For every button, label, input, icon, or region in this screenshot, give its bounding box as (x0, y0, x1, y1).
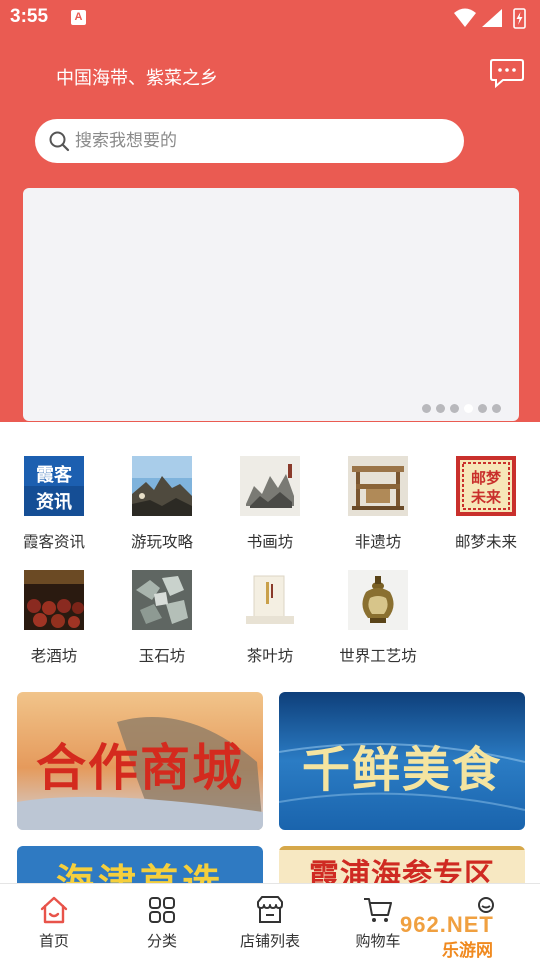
watermark-logo: 962.NET 乐游网 (400, 912, 535, 960)
painting-thumbnail (240, 456, 300, 516)
promo-title: 海津首选 (55, 860, 224, 886)
nav-store-list[interactable]: 店铺列表 (216, 884, 324, 960)
wifi-icon (454, 8, 476, 27)
carousel-dot[interactable] (492, 404, 501, 413)
promo-title: 合作商城 (36, 738, 244, 797)
search-input[interactable] (75, 119, 445, 163)
category-painting[interactable]: 书画坊 (216, 456, 324, 552)
category-travel-guide[interactable]: 游玩攻略 (108, 456, 216, 552)
svg-text:资讯: 资讯 (36, 491, 72, 513)
search-icon (49, 131, 70, 152)
carousel-dot[interactable] (478, 404, 487, 413)
category-label: 霞客资讯 (22, 533, 85, 551)
cart-icon (364, 898, 392, 922)
old-wine-thumbnail (24, 570, 84, 630)
category-jade[interactable]: 玉石坊 (108, 570, 216, 666)
category-label: 游玩攻略 (130, 533, 193, 551)
xiake-news-thumbnail: 霞客 资讯 (24, 456, 84, 516)
carousel-dots (422, 404, 501, 413)
grid-icon (149, 897, 175, 923)
category-youmeng-future[interactable]: 邮梦 未来 邮梦未来 (432, 456, 540, 552)
category-world-crafts[interactable]: 世界工艺坊 (324, 570, 432, 666)
category-label: 玉石坊 (138, 647, 186, 665)
store-icon (257, 896, 283, 923)
home-icon (40, 896, 68, 924)
category-label: 茶叶坊 (246, 647, 294, 665)
category-heritage[interactable]: 非遗坊 (324, 456, 432, 552)
svg-text:霞客: 霞客 (36, 464, 73, 486)
watermark-brand: 962.NET (400, 912, 494, 937)
search-bar[interactable] (35, 119, 464, 163)
category-tea[interactable]: 茶叶坊 (216, 570, 324, 666)
header-slogan: 中国海带、紫菜之乡 (56, 68, 218, 89)
category-old-wine[interactable]: 老酒坊 (0, 570, 108, 666)
carousel-dot[interactable] (422, 404, 431, 413)
system-status-icons (454, 8, 526, 29)
travel-guide-thumbnail (132, 456, 192, 516)
category-label: 世界工艺坊 (339, 647, 417, 665)
carousel-dot[interactable] (450, 404, 459, 413)
world-crafts-thumbnail (348, 570, 408, 630)
svg-text:未来: 未来 (470, 488, 502, 506)
category-label: 邮梦未来 (454, 533, 517, 551)
svg-text:邮梦: 邮梦 (471, 469, 502, 487)
jade-thumbnail (132, 570, 192, 630)
chat-bubble-icon[interactable] (489, 58, 525, 88)
category-xiake-news[interactable]: 霞客 资讯 霞客资讯 (0, 456, 108, 552)
tea-thumbnail (240, 570, 300, 630)
signal-icon (482, 9, 502, 27)
banner-carousel[interactable] (23, 188, 519, 421)
notification-icon: A (71, 10, 86, 25)
nav-label: 分类 (146, 932, 177, 950)
promo-xiapu-sea-cucumber[interactable]: 霞浦海参专区 (279, 846, 525, 886)
watermark-subtitle: 乐游网 (442, 941, 493, 960)
category-label: 老酒坊 (30, 647, 78, 665)
nav-home[interactable]: 首页 (0, 884, 108, 960)
promo-haijin-choice[interactable]: 海津首选 (17, 846, 263, 886)
carousel-dot-active[interactable] (464, 404, 473, 413)
promo-title: 千鲜美食 (301, 742, 502, 798)
promo-fresh-food[interactable]: 千鲜美食 (279, 692, 525, 830)
carousel-dot[interactable] (436, 404, 445, 413)
promo-cooperation-mall[interactable]: 合作商城 (17, 692, 263, 830)
category-label: 书画坊 (246, 533, 294, 551)
nav-label: 店铺列表 (239, 932, 300, 950)
heritage-thumbnail (348, 456, 408, 516)
youmeng-future-thumbnail: 邮梦 未来 (456, 456, 516, 516)
category-label: 非遗坊 (354, 533, 402, 551)
status-bar: 3:55 A (0, 0, 540, 36)
nav-category[interactable]: 分类 (108, 884, 216, 960)
nav-label: 首页 (38, 932, 69, 950)
status-time: 3:55 (10, 6, 49, 27)
promo-title: 霞浦海参专区 (309, 858, 495, 886)
